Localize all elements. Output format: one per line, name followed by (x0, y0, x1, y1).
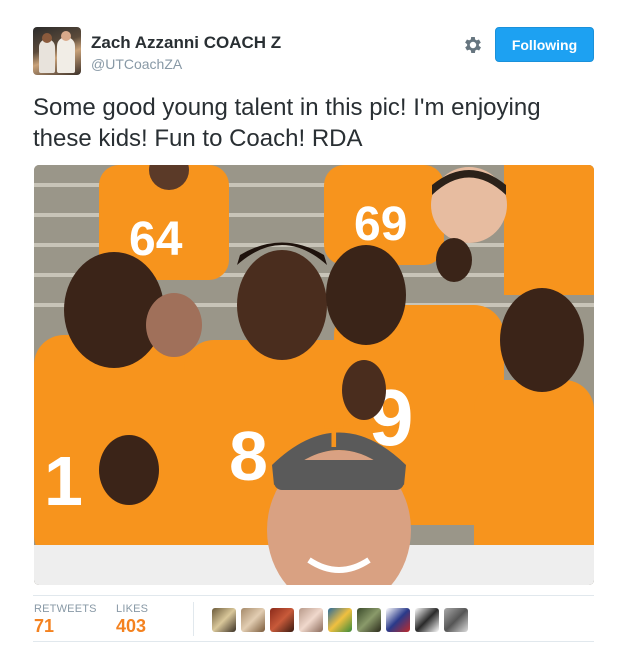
retweets-label[interactable]: RETWEETS (34, 603, 97, 615)
avatar-figure-left (39, 39, 55, 73)
likes-label[interactable]: LIKES (116, 603, 148, 615)
stats-bottom-divider (33, 641, 594, 642)
liker-avatar-1[interactable] (212, 608, 236, 632)
retweets-count[interactable]: 71 (34, 616, 54, 637)
tweet-text: Some good young talent in this pic! I'm … (33, 94, 541, 152)
author-handle[interactable]: @UTCoachZA (91, 56, 182, 72)
tweet-photo[interactable]: 64 69 1 8 9 T (34, 165, 594, 585)
author-avatar[interactable] (33, 27, 81, 75)
avatar-figure-right (57, 37, 75, 73)
stats-vertical-divider (193, 602, 194, 636)
svg-text:8: 8 (229, 417, 268, 495)
liker-avatar-8[interactable] (415, 608, 439, 632)
likers-list (212, 608, 468, 632)
liker-avatar-3[interactable] (270, 608, 294, 632)
liker-avatar-4[interactable] (299, 608, 323, 632)
author-name[interactable]: Zach Azzanni COACH Z (91, 33, 281, 53)
following-button[interactable]: Following (495, 27, 594, 62)
svg-text:69: 69 (354, 198, 407, 251)
avatar-head-left (42, 33, 52, 43)
photo-illustration: 64 69 1 8 9 T (34, 165, 594, 585)
liker-avatar-7[interactable] (386, 608, 410, 632)
svg-text:T: T (324, 418, 344, 454)
liker-avatar-6[interactable] (357, 608, 381, 632)
liker-avatar-5[interactable] (328, 608, 352, 632)
svg-text:1: 1 (44, 442, 83, 520)
avatar-head-right (61, 31, 71, 41)
gear-icon[interactable] (462, 34, 484, 56)
likes-count[interactable]: 403 (116, 616, 146, 637)
liker-avatar-2[interactable] (241, 608, 265, 632)
svg-text:64: 64 (129, 213, 183, 266)
stats-top-divider (33, 595, 594, 596)
liker-avatar-9[interactable] (444, 608, 468, 632)
